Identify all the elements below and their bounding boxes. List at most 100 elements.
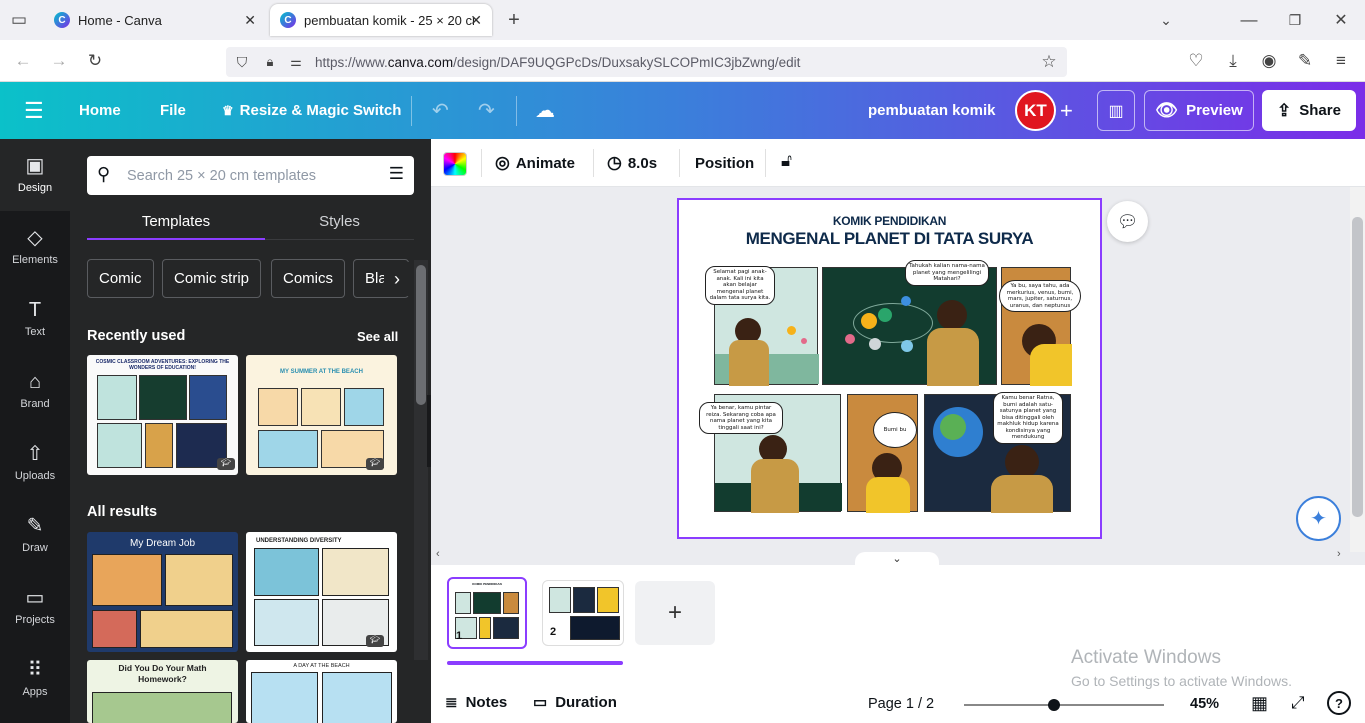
permissions-icon[interactable]: ⚌ <box>284 50 308 74</box>
tab-styles[interactable]: Styles <box>265 204 414 240</box>
pill-comic-strip[interactable]: Comic strip <box>162 259 262 298</box>
uploads-icon: ⇧ <box>26 443 44 465</box>
scroll-right-icon[interactable]: › <box>1337 548 1341 560</box>
comic-panel-5[interactable] <box>847 394 918 513</box>
template-thumb[interactable]: COSMIC CLASSROOM ADVENTURES: EXPLORING T… <box>87 355 238 475</box>
zoom-slider-handle[interactable] <box>1048 699 1060 711</box>
rail-apps[interactable]: ⠿ Apps <box>0 643 70 715</box>
speech-bubble[interactable]: Ya benar, kamu pintar reiza. Sekarang co… <box>699 402 783 434</box>
notes-button[interactable]: ≣ Notes <box>445 693 507 712</box>
tab-design[interactable]: C pembuatan komik - 25 × 20 cm ✕ <box>270 4 492 36</box>
extensions-icon[interactable]: ✎ <box>1293 49 1317 73</box>
zoom-slider[interactable] <box>964 699 1164 711</box>
page-indicator[interactable]: Page 1 / 2 <box>868 696 934 712</box>
panel-scrollbar[interactable] <box>414 260 428 660</box>
page-thumb-1[interactable]: KOMIK PENDIDIKAN 1 <box>447 577 527 649</box>
speech-bubble[interactable]: Selamat pagi anak-anak. Kali ini kita ak… <box>705 266 775 305</box>
template-thumb[interactable]: Did You Do Your Math Homework? <box>87 660 238 723</box>
pill-comics[interactable]: Comics <box>271 259 346 298</box>
rail-brand[interactable]: ⌂ Brand <box>0 355 70 427</box>
add-page-button[interactable]: + <box>635 581 715 645</box>
template-thumb[interactable]: My Dream Job <box>87 532 238 652</box>
close-tab-icon[interactable]: ✕ <box>244 12 256 29</box>
tab-home-canva[interactable]: C Home - Canva ✕ <box>44 4 266 36</box>
cloud-saved-icon[interactable]: ☁ <box>535 82 555 139</box>
avatar[interactable]: KT <box>1015 90 1056 131</box>
divider <box>765 149 766 177</box>
account-icon[interactable]: ◉ <box>1257 49 1281 73</box>
magic-assistant-icon[interactable]: ✦ <box>1296 496 1341 541</box>
close-tab-icon[interactable]: ✕ <box>470 12 482 29</box>
canvas-scrollbar[interactable] <box>1350 187 1365 552</box>
address-bar[interactable]: ⛉ 🔒︎ ⚌ https://www. canva.com/design/DAF9… <box>226 47 1067 77</box>
template-search-input[interactable]: ⚲ Search 25 × 20 cm templates ☰ <box>87 156 414 195</box>
preview-button[interactable]: 👁︎ Preview <box>1144 90 1254 131</box>
insights-icon[interactable]: ▥ <box>1097 90 1135 131</box>
page-scroll-indicator[interactable] <box>447 661 623 665</box>
duration-button[interactable]: ◷ 8.0s <box>607 139 657 187</box>
shield-icon[interactable]: ⛉ <box>230 50 254 74</box>
filter-icon[interactable]: ☰ <box>389 164 404 184</box>
home-button[interactable]: Home <box>79 82 121 139</box>
pocket-icon[interactable]: ♡ <box>1184 49 1208 73</box>
comic-subtitle[interactable]: KOMIK PENDIDIKAN <box>679 214 1100 228</box>
duration-panel-button[interactable]: ▭ Duration <box>533 693 617 712</box>
template-thumb[interactable]: UNDERSTANDING DIVERSITY 🎓︎ <box>246 532 397 652</box>
template-thumb[interactable]: MY SUMMER AT THE BEACH 🎓︎ <box>246 355 397 475</box>
see-all-link[interactable]: See all <box>357 329 398 344</box>
main-menu-icon[interactable]: ☰ <box>24 82 44 139</box>
reload-icon[interactable]: ↻ <box>83 49 107 73</box>
rail-uploads[interactable]: ⇧ Uploads <box>0 427 70 499</box>
close-window-icon[interactable]: ✕ <box>1329 8 1353 32</box>
color-picker-icon[interactable] <box>443 152 467 176</box>
lock-icon[interactable]: 🔒︎ <box>258 50 282 74</box>
rail-projects[interactable]: ▭ Projects <box>0 571 70 643</box>
text-icon: T <box>28 299 42 321</box>
template-title: A DAY AT THE BEACH <box>293 663 350 669</box>
invite-plus-icon[interactable]: + <box>1060 82 1073 139</box>
chevron-right-icon[interactable]: › <box>384 262 410 296</box>
bookmark-star-icon[interactable]: ☆ <box>1037 50 1061 74</box>
resize-button[interactable]: ♛ Resize & Magic Switch <box>222 82 401 139</box>
rail-draw[interactable]: ✎ Draw <box>0 499 70 571</box>
minimize-icon[interactable]: — <box>1237 8 1261 32</box>
menu-icon[interactable]: ≡ <box>1329 49 1353 73</box>
back-icon[interactable]: ← <box>11 49 35 73</box>
design-title[interactable]: pembuatan komik <box>868 82 996 139</box>
new-tab-icon[interactable]: + <box>502 8 526 32</box>
lock-icon[interactable]: 🔓︎ <box>781 151 792 171</box>
rail-design[interactable]: ▣ Design <box>0 139 70 211</box>
download-icon[interactable]: ⤓ <box>1221 49 1245 73</box>
rail-elements[interactable]: ◇ Elements <box>0 211 70 283</box>
rail-label: Design <box>17 182 53 194</box>
comic-title[interactable]: MENGENAL PLANET DI TATA SURYA <box>679 229 1100 249</box>
animate-button[interactable]: ◎ Animate <box>495 139 575 187</box>
page-thumb-2[interactable]: 2 <box>542 580 624 646</box>
restore-icon[interactable]: ❐ <box>1283 8 1307 32</box>
speech-bubble[interactable]: Ya bu, saya tahu, ada merkurius, venus, … <box>999 280 1081 312</box>
file-button[interactable]: File <box>160 82 186 139</box>
design-page[interactable]: KOMIK PENDIDIKAN MENGENAL PLANET DI TATA… <box>677 198 1102 539</box>
show-pages-chevron-icon[interactable]: ⌄ <box>855 552 939 566</box>
comic-panel <box>92 554 162 606</box>
tab-templates[interactable]: Templates <box>87 204 265 240</box>
fullscreen-icon[interactable]: ⤢ <box>1291 693 1305 713</box>
zoom-level[interactable]: 45% <box>1190 696 1219 712</box>
tab-list-icon[interactable]: ▭ <box>7 8 31 32</box>
speech-bubble[interactable]: Kamu benar Ratna, bumi adalah satu-satun… <box>993 392 1063 444</box>
grid-view-icon[interactable]: ▦ <box>1251 693 1268 714</box>
template-thumb[interactable]: A DAY AT THE BEACH <box>246 660 397 723</box>
speech-bubble[interactable]: Tahukah kalian nama-nama planet yang men… <box>905 260 989 286</box>
comment-icon[interactable]: 💬︎ <box>1107 201 1148 242</box>
rail-text[interactable]: T Text <box>0 283 70 355</box>
chevron-down-icon[interactable]: ⌄ <box>1154 8 1178 32</box>
undo-icon[interactable]: ↶ <box>432 82 449 139</box>
speech-bubble[interactable]: Bumi bu <box>873 412 917 448</box>
forward-icon[interactable]: → <box>47 49 71 73</box>
pill-comic[interactable]: Comic <box>87 259 154 298</box>
redo-icon[interactable]: ↷ <box>478 82 495 139</box>
share-button[interactable]: ⇪ Share <box>1262 90 1356 131</box>
scroll-left-icon[interactable]: ‹ <box>436 548 440 560</box>
help-icon[interactable]: ? <box>1327 691 1351 715</box>
position-button[interactable]: Position <box>695 139 754 187</box>
